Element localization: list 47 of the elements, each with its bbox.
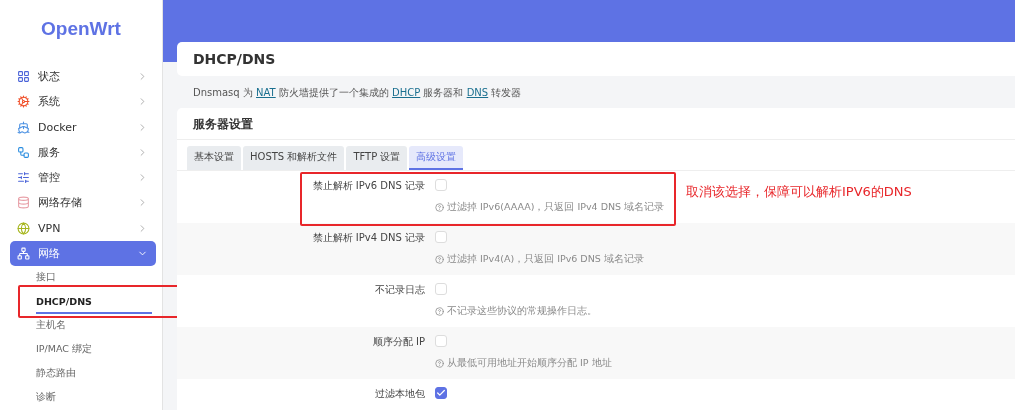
submenu-item[interactable]: 诊断	[36, 386, 152, 410]
sidebar-item[interactable]: 服务	[10, 139, 156, 165]
option-label: 顺序分配 IP	[371, 335, 425, 349]
help-icon	[435, 255, 444, 264]
help-icon	[435, 359, 444, 368]
sidebar-item[interactable]: 状态	[10, 64, 156, 90]
database-icon	[17, 196, 30, 210]
submenu-item[interactable]: 主机名	[36, 314, 152, 338]
submenu-item[interactable]: IP/MAC 绑定	[36, 338, 152, 362]
page-title: DHCP/DNS	[177, 42, 1015, 76]
sidebar-item[interactable]: VPN	[10, 215, 156, 241]
help-text: 从最低可用地址开始顺序分配 IP 地址	[447, 357, 612, 370]
option-label: 不记录日志	[374, 283, 425, 297]
sidebar-item[interactable]: Docker	[10, 114, 156, 140]
checkbox[interactable]	[435, 387, 447, 399]
link[interactable]: DHCP	[392, 87, 421, 98]
sidebar-item[interactable]: 网络	[10, 240, 156, 266]
link[interactable]: NAT	[256, 87, 276, 98]
submenu-item[interactable]: 接口	[36, 266, 152, 290]
globe-icon	[17, 221, 30, 235]
grid-icon	[17, 70, 30, 84]
nodes-icon	[17, 145, 30, 159]
sidebar-item[interactable]: 系统	[10, 89, 156, 115]
submenu-item[interactable]: DHCP/DNS	[36, 290, 152, 314]
help-text: 过滤掉 IPv6(AAAA)，只返回 IPv4 DNS 域名记录	[447, 201, 665, 214]
sliders-icon	[17, 171, 30, 185]
help-icon	[435, 307, 444, 316]
submenu-item[interactable]: 静态路由	[36, 362, 152, 386]
help-icon	[435, 203, 444, 212]
option-label: 过滤本地包	[374, 387, 425, 401]
description: Dnsmasq 为 NAT 防火墙提供了一个集成的 DHCP 服务器和 DNS 转发器	[192, 86, 523, 100]
network-icon	[17, 246, 30, 260]
help-text: 不记录这些协议的常规操作日志。	[447, 305, 597, 318]
annotation-text: 取消该选择，保障可以解析IPV6的DNS	[686, 183, 912, 201]
option-label: 禁止解析 IPv6 DNS 记录	[311, 179, 425, 193]
gear-icon	[17, 95, 30, 109]
tab[interactable]: 基本设置	[187, 146, 241, 170]
tab[interactable]: TFTP 设置	[346, 146, 408, 170]
logo: OpenWrt	[40, 18, 122, 40]
help-text: 过滤掉 IPv4(A)，只返回 IPv6 DNS 域名记录	[447, 253, 644, 266]
tab[interactable]: HOSTS 和解析文件	[243, 146, 345, 170]
link[interactable]: DNS	[466, 87, 489, 98]
sidebar-item[interactable]: 网络存储	[10, 190, 156, 216]
section-title: 服务器设置	[177, 108, 1015, 140]
option-label: 禁止解析 IPv4 DNS 记录	[311, 231, 425, 245]
sidebar-item[interactable]: 管控	[10, 165, 156, 191]
tab[interactable]: 高级设置	[409, 146, 464, 170]
